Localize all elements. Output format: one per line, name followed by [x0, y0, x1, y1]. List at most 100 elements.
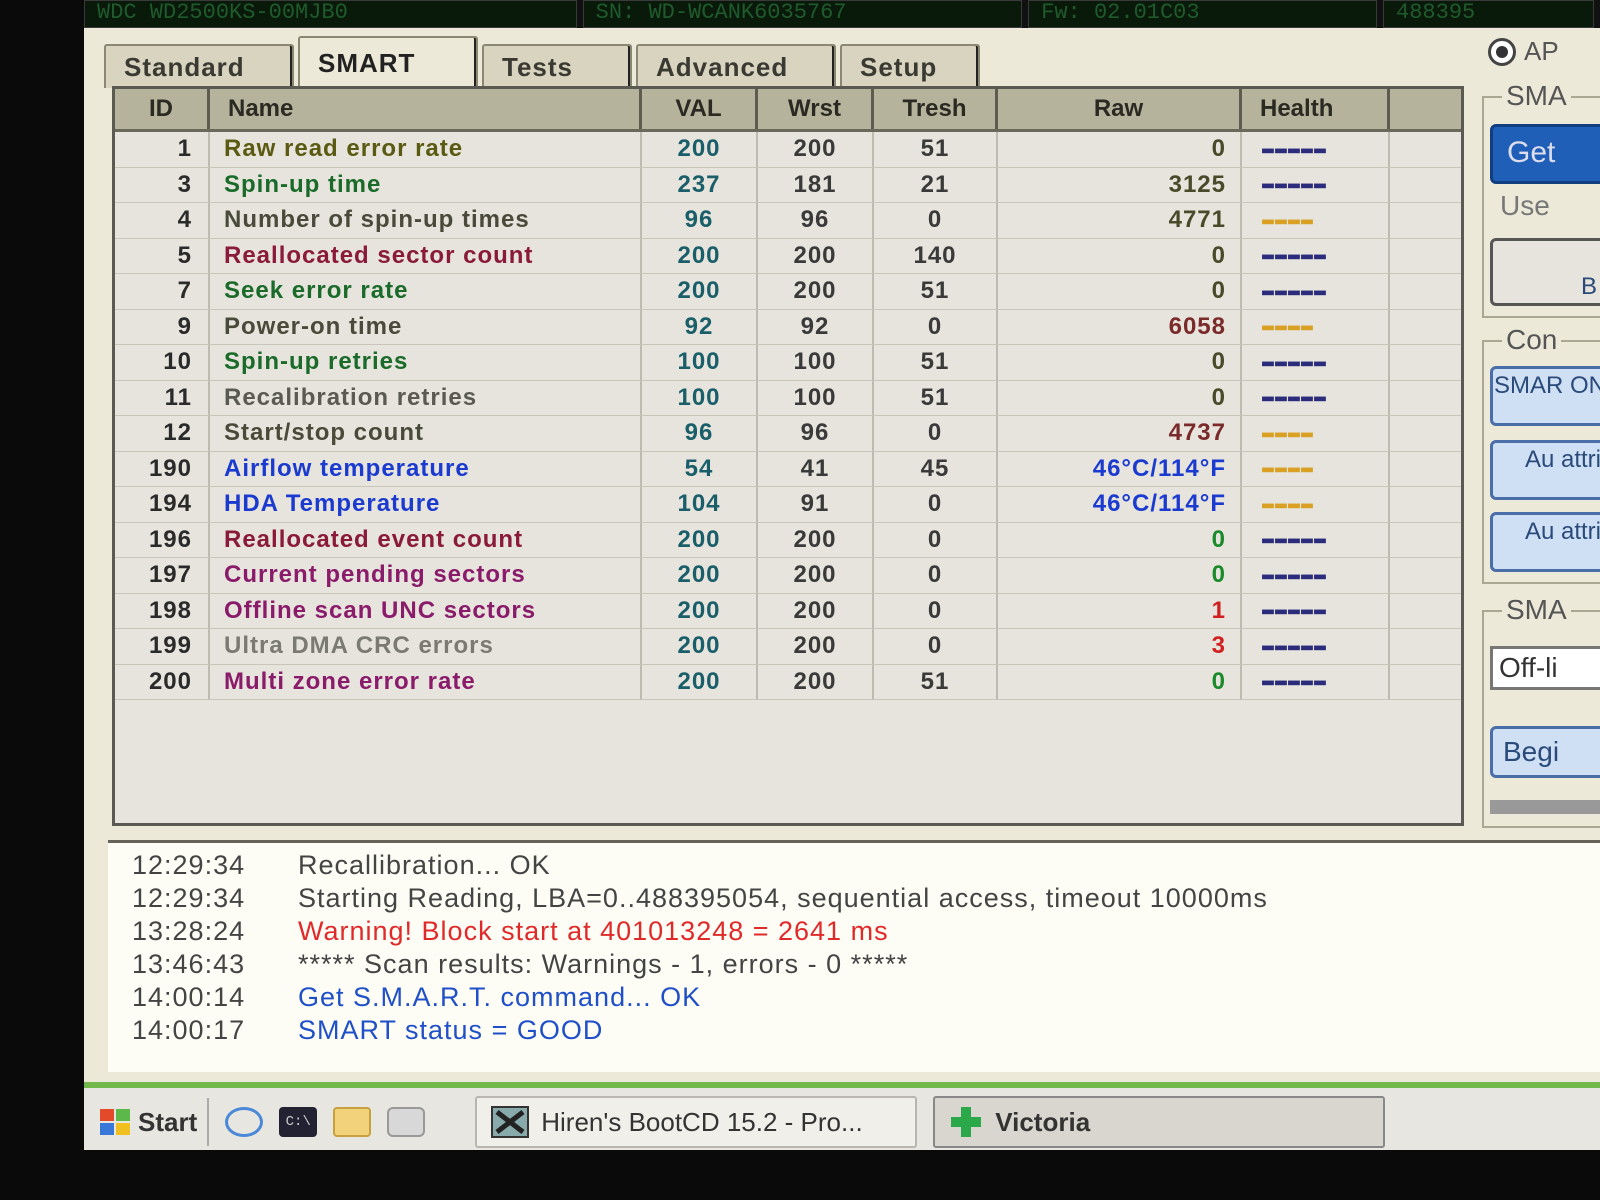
taskbar: Start C:\ Hiren's BootCD 15.2 - Pro... V…	[84, 1082, 1600, 1150]
folder-icon[interactable]	[333, 1107, 372, 1137]
attribute-id: 12	[115, 416, 210, 451]
attribute-threshold: 51	[874, 345, 998, 380]
blank-cell	[1390, 523, 1461, 558]
attribute-worst: 200	[758, 132, 874, 167]
attribute-worst: 200	[758, 558, 874, 593]
attribute-worst: 92	[758, 309, 874, 344]
table-row[interactable]: 3 Spin-up time 237 181 21 3125 ▬▬▬▬▬	[115, 167, 1461, 203]
taskbar-item-hirens[interactable]: Hiren's BootCD 15.2 - Pro...	[475, 1096, 918, 1148]
log-time: 13:46:43	[132, 949, 246, 979]
attribute-raw: 0	[998, 238, 1242, 273]
attribute-threshold: 0	[874, 558, 998, 593]
attribute-name: Raw read error rate	[210, 132, 642, 167]
command-prompt-icon[interactable]: C:\	[279, 1107, 318, 1137]
header-tresh: Tresh	[874, 89, 998, 129]
tab-setup[interactable]: Setup	[840, 44, 980, 88]
auto-attributes-button-2[interactable]: Au attri	[1490, 512, 1600, 572]
table-row[interactable]: 199 Ultra DMA CRC errors 200 200 0 3 ▬▬▬▬▬	[115, 629, 1461, 665]
api-radio[interactable]: AP	[1488, 36, 1559, 67]
attribute-raw: 6058	[998, 309, 1242, 344]
victoria-window: WDC WD2500KS-00MJB0 SN: WD-WCANK6035767 …	[84, 0, 1600, 1150]
blank-cell	[1390, 345, 1461, 380]
attribute-value: 200	[642, 558, 758, 593]
attribute-value: 237	[642, 167, 758, 202]
attribute-raw: 0	[998, 132, 1242, 167]
table-body: 1 Raw read error rate 200 200 51 0 ▬▬▬▬▬ 3 Spin-…	[115, 132, 1461, 700]
attribute-worst: 100	[758, 345, 874, 380]
show-desktop-icon[interactable]	[387, 1107, 426, 1137]
event-log[interactable]: 12:29:34 Recallibration... OK 12:29:34 Star…	[108, 840, 1600, 1072]
attribute-health: ▬▬▬▬▬	[1242, 558, 1390, 593]
attribute-health: ▬▬▬▬▬	[1242, 345, 1390, 380]
tab-smart[interactable]: SMART	[298, 36, 478, 88]
blank-cell	[1390, 416, 1461, 451]
offline-test-select[interactable]: Off-li	[1490, 646, 1600, 690]
smart-on-button[interactable]: SMAR ON	[1490, 366, 1600, 426]
table-row[interactable]: 11 Recalibration retries 100 100 51 0 ▬▬▬▬▬	[115, 380, 1461, 416]
table-row[interactable]: 4 Number of spin-up times 96 96 0 4771 ▬▬▬▬	[115, 203, 1461, 239]
attribute-name: Recalibration retries	[210, 380, 642, 415]
smart-attributes-table[interactable]: ID Name VAL Wrst Tresh Raw Health 1 Raw r…	[112, 86, 1464, 826]
tab-tests[interactable]: Tests	[482, 44, 632, 88]
smart-side-panel: SMA Get Use B Con SMAR ON Au attri Au at…	[1474, 80, 1600, 828]
table-row[interactable]: 5 Reallocated sector count 200 200 140 0 ▬▬▬▬▬	[115, 238, 1461, 274]
begin-button[interactable]: Begi	[1490, 726, 1600, 778]
attribute-id: 198	[115, 593, 210, 628]
attribute-worst: 200	[758, 629, 874, 664]
log-time: 12:29:34	[132, 883, 246, 913]
taskbar-item-victoria-label: Victoria	[995, 1106, 1091, 1137]
blank-cell	[1390, 452, 1461, 487]
attribute-health: ▬▬▬▬	[1242, 487, 1390, 522]
attribute-worst: 91	[758, 487, 874, 522]
blank-cell	[1390, 381, 1461, 416]
attribute-value: 92	[642, 309, 758, 344]
table-row[interactable]: 10 Spin-up retries 100 100 51 0 ▬▬▬▬▬	[115, 345, 1461, 381]
header-val: VAL	[642, 89, 758, 129]
attribute-health: ▬▬▬▬▬	[1242, 238, 1390, 273]
start-button[interactable]: Start	[90, 1098, 210, 1146]
header-health: Health	[1242, 89, 1390, 129]
attribute-raw: 4771	[998, 203, 1242, 238]
table-row[interactable]: 200 Multi zone error rate 200 200 51 0 ▬▬▬▬▬	[115, 664, 1461, 700]
tab-bar: Standard SMART Tests Advanced Setup	[104, 34, 984, 88]
attribute-threshold: 51	[874, 380, 998, 415]
table-row[interactable]: 9 Power-on time 92 92 0 6058 ▬▬▬▬	[115, 309, 1461, 345]
taskbar-item-victoria[interactable]: Victoria	[933, 1096, 1386, 1148]
tab-advanced[interactable]: Advanced	[636, 44, 836, 88]
header-raw: Raw	[998, 89, 1242, 129]
attribute-threshold: 45	[874, 451, 998, 486]
attribute-id: 197	[115, 558, 210, 593]
header-wrst: Wrst	[758, 89, 874, 129]
table-row[interactable]: 190 Airflow temperature 54 41 45 46°C/114°F ▬▬…	[115, 451, 1461, 487]
table-row[interactable]: 196 Reallocated event count 200 200 0 0 ▬▬▬▬▬	[115, 522, 1461, 558]
get-smart-button[interactable]: Get	[1490, 124, 1600, 184]
use-label: Use	[1500, 190, 1550, 221]
auto-attributes-button-1[interactable]: Au attri	[1490, 440, 1600, 500]
tab-standard[interactable]: Standard	[104, 44, 294, 88]
table-row[interactable]: 1 Raw read error rate 200 200 51 0 ▬▬▬▬▬	[115, 132, 1461, 168]
attribute-threshold: 0	[874, 309, 998, 344]
log-entry: 13:46:43 ***** Scan results: Warnings - 1…	[132, 948, 1600, 981]
log-message: Warning! Block start at 401013248 = 2641…	[298, 916, 889, 946]
log-time: 13:28:24	[132, 916, 246, 946]
blank-cell	[1390, 594, 1461, 629]
internet-explorer-icon[interactable]	[225, 1107, 264, 1137]
attribute-name: Ultra DMA CRC errors	[210, 629, 642, 664]
attribute-raw: 46°C/114°F	[998, 487, 1242, 522]
table-row[interactable]: 198 Offline scan UNC sectors 200 200 0 1 ▬▬▬▬▬	[115, 593, 1461, 629]
attribute-health: ▬▬▬▬	[1242, 416, 1390, 451]
table-row[interactable]: 197 Current pending sectors 200 200 0 0 ▬▬▬▬▬	[115, 558, 1461, 594]
open-file-button[interactable]: B	[1490, 238, 1600, 306]
attribute-worst: 200	[758, 522, 874, 557]
table-row[interactable]: 194 HDA Temperature 104 91 0 46°C/114°F ▬▬▬▬	[115, 487, 1461, 523]
smart-group-title: SMA	[1502, 80, 1571, 112]
taskbar-item-hirens-label: Hiren's BootCD 15.2 - Pro...	[541, 1106, 863, 1137]
attribute-worst: 200	[758, 238, 874, 273]
attribute-value: 200	[642, 522, 758, 557]
log-entry: 14:00:17 SMART status = GOOD	[132, 1014, 1600, 1047]
table-row[interactable]: 12 Start/stop count 96 96 0 4737 ▬▬▬▬	[115, 416, 1461, 452]
header-blank	[1390, 89, 1461, 129]
attribute-worst: 181	[758, 167, 874, 202]
table-row[interactable]: 7 Seek error rate 200 200 51 0 ▬▬▬▬▬	[115, 274, 1461, 310]
attribute-name: Spin-up time	[210, 167, 642, 202]
